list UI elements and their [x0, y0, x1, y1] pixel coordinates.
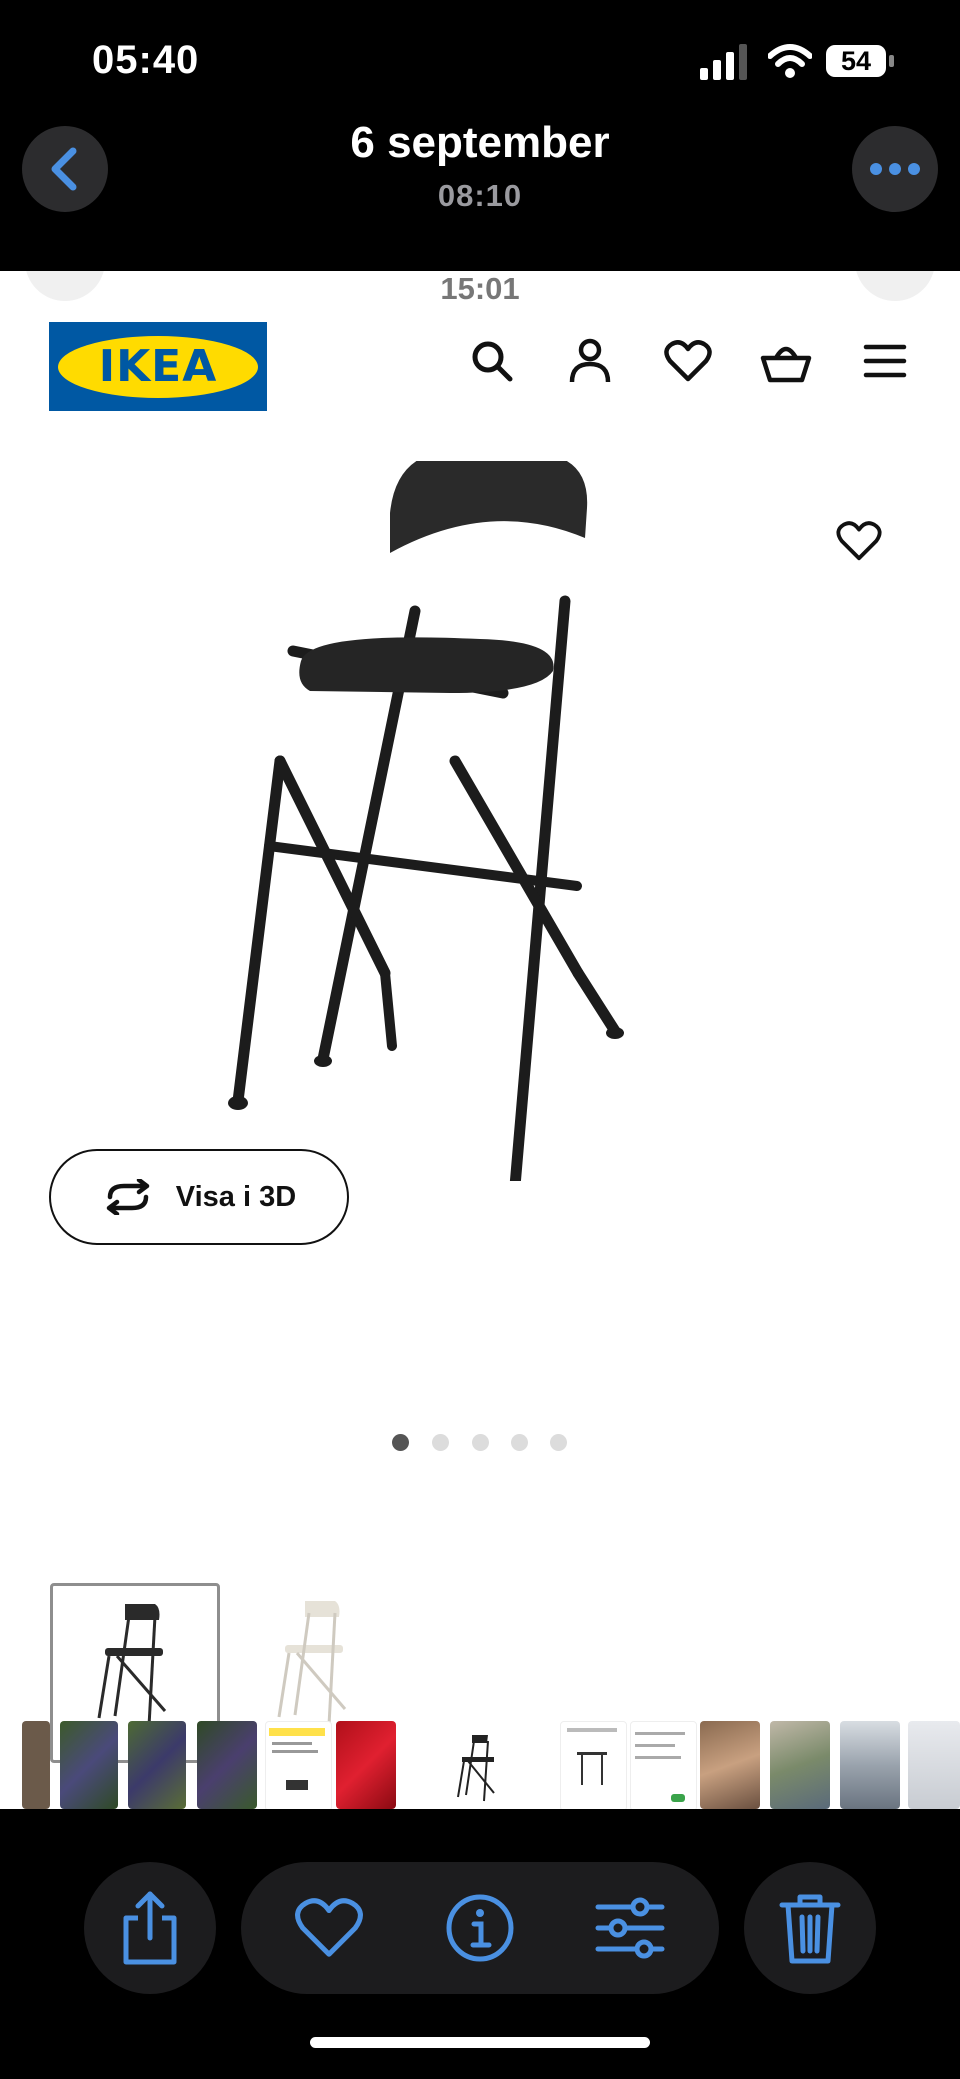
- share-icon: [123, 1891, 177, 1965]
- wifi-icon: [768, 44, 812, 78]
- filmstrip-thumbnail[interactable]: [197, 1721, 257, 1809]
- battery-icon: 54: [826, 45, 886, 77]
- filmstrip-thumbnail-current[interactable]: [432, 1721, 522, 1809]
- heart-icon[interactable]: [660, 333, 716, 389]
- heart-icon: [295, 1898, 363, 1957]
- battery-tip: [889, 55, 894, 67]
- filmstrip-thumbnail[interactable]: [336, 1721, 396, 1809]
- filmstrip-thumbnail[interactable]: [700, 1721, 760, 1809]
- adjust-icon: [595, 1897, 665, 1959]
- filmstrip-thumbnail[interactable]: [265, 1721, 332, 1809]
- photo-viewer[interactable]: 15:01 IKEA Visa i 3D: [0, 271, 960, 1809]
- favorite-button[interactable]: [289, 1888, 369, 1968]
- filmstrip-thumbnail[interactable]: [22, 1721, 50, 1809]
- status-time: 05:40: [92, 38, 200, 82]
- filmstrip-thumbnail[interactable]: [770, 1721, 830, 1809]
- filmstrip-thumbnail[interactable]: [840, 1721, 900, 1809]
- search-icon[interactable]: [464, 333, 520, 389]
- carousel-dot[interactable]: [511, 1434, 528, 1451]
- cellular-signal-icon: [700, 44, 747, 80]
- battery-level: 54: [840, 45, 872, 76]
- view-in-3d-label: Visa i 3D: [175, 1180, 297, 1213]
- photo-date-title: 6 september: [350, 118, 610, 167]
- filmstrip-thumbnail[interactable]: [128, 1721, 186, 1809]
- carousel-dot[interactable]: [550, 1434, 567, 1451]
- ellipsis-icon: [870, 163, 920, 175]
- basket-icon[interactable]: [758, 333, 814, 389]
- info-button[interactable]: [440, 1888, 520, 1968]
- carousel-dot[interactable]: [472, 1434, 489, 1451]
- account-icon[interactable]: [562, 333, 618, 389]
- filmstrip-thumbnail[interactable]: [560, 1721, 627, 1809]
- bar-stool-product-image: [228, 461, 624, 1181]
- photo-filmstrip[interactable]: [0, 1721, 960, 1809]
- filmstrip-thumbnail[interactable]: [630, 1721, 697, 1809]
- home-indicator[interactable]: [310, 2037, 650, 2048]
- more-options-button[interactable]: [852, 126, 938, 212]
- photo-time-subtitle: 08:10: [437, 178, 523, 213]
- rotate-3d-icon: [106, 1179, 150, 1215]
- screenshot-status-time: 15:01: [440, 271, 520, 306]
- delete-button[interactable]: [744, 1862, 876, 1994]
- carousel-dot[interactable]: [432, 1434, 449, 1451]
- carousel-dot[interactable]: [392, 1434, 409, 1451]
- filmstrip-thumbnail[interactable]: [60, 1721, 118, 1809]
- share-button[interactable]: [84, 1862, 216, 1994]
- save-product-heart-icon[interactable]: [836, 520, 882, 567]
- trash-icon: [779, 1894, 841, 1964]
- view-in-3d-button[interactable]: Visa i 3D: [49, 1149, 349, 1245]
- ikea-logo-text: IKEA: [98, 341, 218, 392]
- filmstrip-thumbnail[interactable]: [908, 1721, 960, 1809]
- ikea-logo: IKEA: [49, 322, 267, 411]
- adjust-button[interactable]: [590, 1888, 670, 1968]
- info-icon: [446, 1894, 514, 1962]
- menu-icon[interactable]: [857, 333, 913, 389]
